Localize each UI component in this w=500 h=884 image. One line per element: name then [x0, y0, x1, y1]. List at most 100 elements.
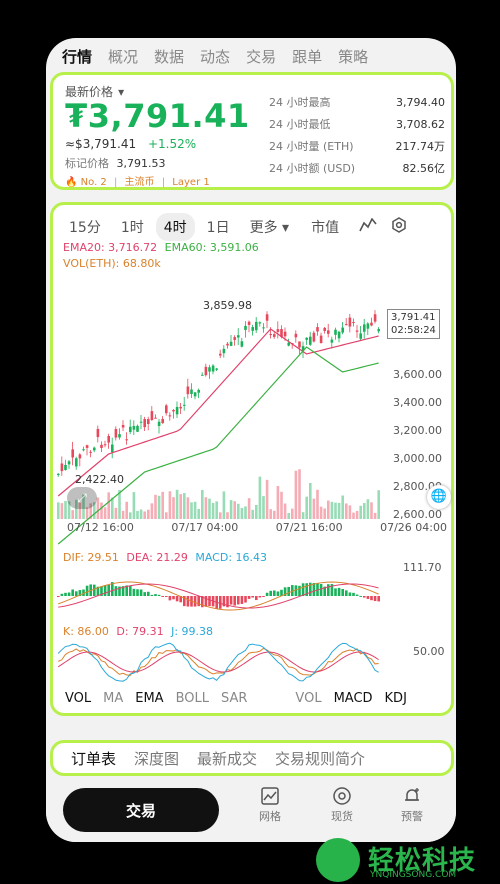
spot-icon [333, 787, 351, 805]
candle [233, 337, 236, 340]
tab-trading-rules[interactable]: 交易规则简介 [275, 748, 365, 769]
volume-bar [139, 509, 143, 519]
macd-bar [93, 584, 96, 596]
candle [298, 341, 301, 348]
tab-overview[interactable]: 概况 [108, 46, 138, 67]
ind-sar[interactable]: SAR [221, 691, 247, 711]
candle [161, 418, 164, 424]
volume-bar [273, 510, 276, 519]
grid-button[interactable]: 网格 [246, 786, 294, 824]
spot-button[interactable]: 现货 [318, 786, 366, 824]
candle [273, 334, 276, 337]
macd-bar [136, 589, 139, 596]
trade-button[interactable]: 交易 [63, 788, 219, 832]
candle [276, 329, 280, 332]
period-1h[interactable]: 1时 [113, 213, 152, 241]
tag-mainstream[interactable]: 主流币 [125, 177, 155, 188]
macd-bar [67, 592, 71, 596]
ind-ema[interactable]: EMA [135, 691, 163, 711]
candle [186, 386, 190, 395]
settings-icon[interactable] [391, 217, 407, 237]
tab-trade[interactable]: 交易 [246, 46, 276, 67]
ind-boll[interactable]: BOLL [176, 691, 209, 711]
fullscreen-icon[interactable]: ⤢ [67, 487, 97, 509]
tab-data[interactable]: 数据 [154, 46, 184, 67]
volume-bar [294, 470, 298, 519]
macd-bar [265, 592, 269, 596]
candle [165, 405, 168, 414]
high-marker: 3,859.98 [203, 299, 252, 312]
period-more[interactable]: 更多 ▾ [242, 213, 297, 241]
alert-button[interactable]: 预警 [388, 786, 436, 824]
volume-bar [334, 502, 337, 519]
macd-bar [103, 585, 107, 596]
macd-legend: DIF: 29.51 DEA: 21.29 MACD: 16.43 [63, 551, 268, 564]
ema-legend: EMA20: 3,716.72 EMA60: 3,591.06 [63, 241, 259, 254]
macd-bar [64, 592, 67, 596]
candle [251, 327, 254, 331]
tab-copy[interactable]: 跟单 [292, 46, 322, 67]
macd-bar [175, 596, 179, 602]
volume-bar [352, 512, 355, 519]
volume-bar [283, 503, 287, 519]
indicator-icon[interactable] [359, 217, 377, 236]
candle [103, 444, 107, 446]
volume-bar [161, 491, 164, 519]
volume-bar [125, 501, 128, 519]
kdj-legend: K: 86.00 D: 79.31 J: 99.38 [63, 625, 214, 638]
volume-bar [100, 502, 103, 519]
volume-bar [103, 507, 107, 519]
volume-bar [132, 492, 136, 519]
candle [219, 353, 222, 356]
candle [337, 331, 341, 339]
candle [125, 439, 128, 441]
macd-bar [219, 596, 222, 609]
ind-vol-sub[interactable]: VOL [295, 691, 321, 711]
macd-bar [319, 584, 323, 596]
volume-bar [327, 500, 330, 519]
date-axis: 07/12 16:00 07/17 04:00 07/21 16:00 07/2… [67, 521, 447, 534]
period-15m[interactable]: 15分 [61, 213, 109, 241]
macd-bar [258, 596, 262, 598]
tab-news[interactable]: 动态 [200, 46, 230, 67]
ind-ma[interactable]: MA [103, 691, 123, 711]
candle [183, 404, 186, 406]
period-1d[interactable]: 1日 [199, 213, 238, 241]
ind-vol[interactable]: VOL [65, 691, 91, 711]
ind-kdj[interactable]: KDJ [385, 691, 407, 711]
macd-bar [150, 594, 154, 596]
macd-bar [363, 596, 366, 598]
candle [129, 426, 132, 433]
grid-icon [261, 787, 279, 805]
macd-bar [355, 594, 359, 596]
watermark-url: YNQINGSONG.COM [370, 870, 457, 880]
macd-bar [132, 588, 136, 596]
tab-orderbook[interactable]: 订单表 [71, 748, 116, 769]
macd-bar [298, 585, 301, 596]
volume-bar [319, 506, 323, 519]
macd-bar [341, 589, 344, 596]
macd-bar [377, 596, 380, 602]
tag-layer1[interactable]: Layer 1 [172, 177, 209, 188]
tab-latest-trades[interactable]: 最新成交 [197, 748, 257, 769]
period-4h[interactable]: 4时 [155, 213, 195, 241]
current-price-box: 3,791.41 02:58:24 [387, 309, 440, 339]
macd-bar [352, 592, 355, 596]
ind-macd[interactable]: MACD [334, 691, 373, 711]
candle [179, 406, 182, 409]
tab-market[interactable]: 行情 [62, 46, 92, 67]
candle [147, 419, 150, 424]
candle [377, 329, 380, 332]
candle [373, 314, 377, 322]
volume-bar [330, 501, 334, 519]
bell-icon [405, 788, 419, 801]
macd-bar [269, 590, 272, 596]
bottom-bar: 交易 网格 现货 预警 [46, 780, 456, 842]
macd-bar [85, 585, 89, 596]
market-cap-toggle[interactable]: 市值 [303, 213, 347, 241]
tab-strategy[interactable]: 策略 [338, 46, 368, 67]
rank-tag[interactable]: No. 2 [81, 177, 107, 188]
globe-icon[interactable]: 🌐 [427, 485, 451, 509]
candle [330, 339, 334, 343]
tab-depth[interactable]: 深度图 [134, 748, 179, 769]
